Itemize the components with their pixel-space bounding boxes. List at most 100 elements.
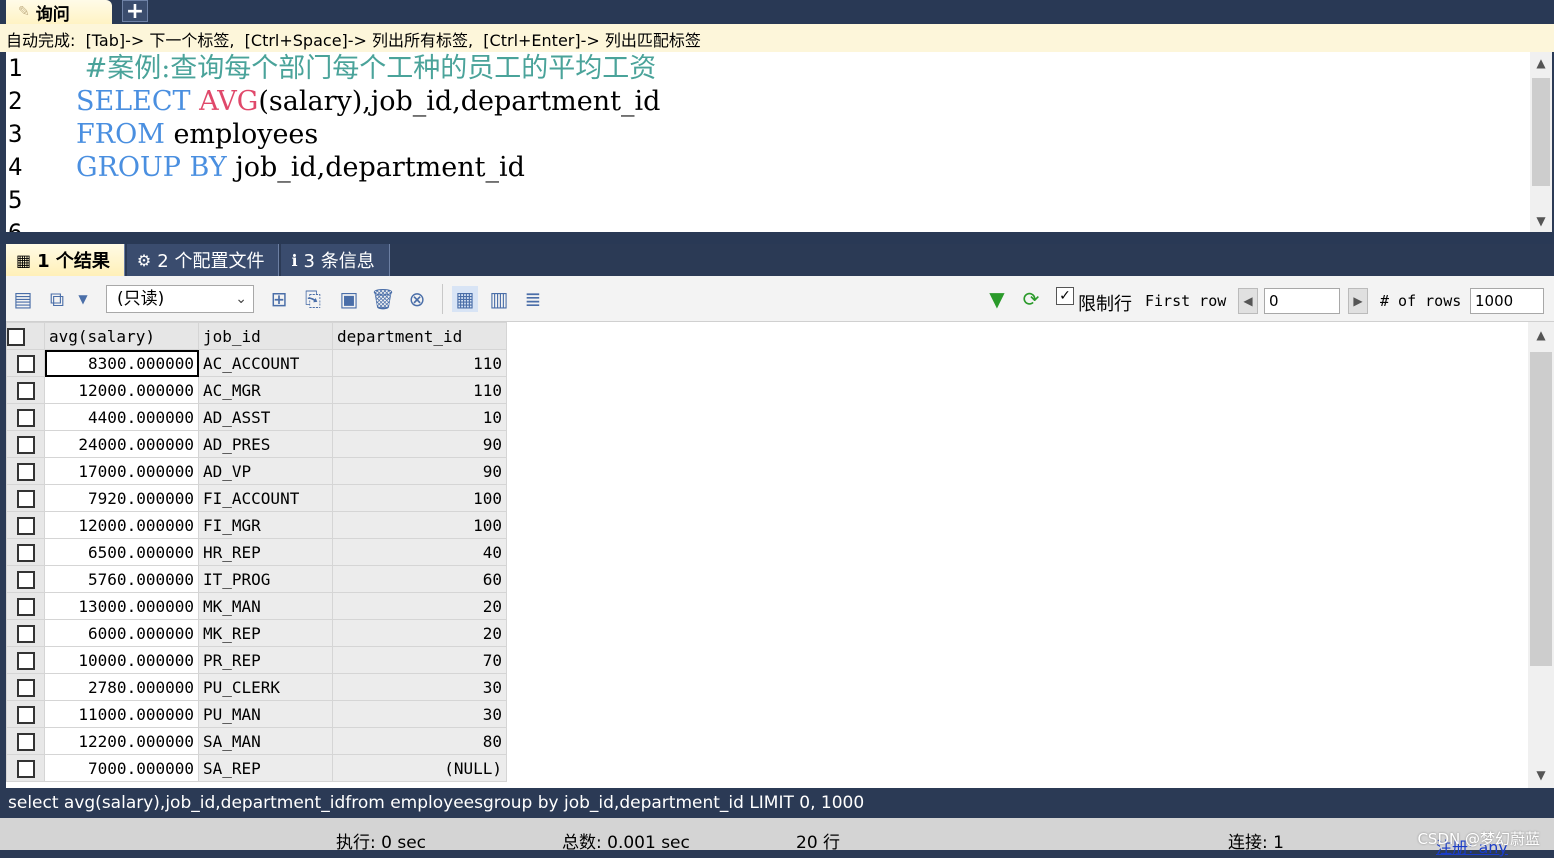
cell-department-id[interactable]: 110: [332, 376, 507, 404]
table-row[interactable]: 8300.000000 AC_ACCOUNT 110: [6, 349, 507, 377]
cell-job-id[interactable]: AC_MGR: [198, 376, 333, 404]
editor-scroll-thumb[interactable]: [1532, 78, 1550, 186]
code-area[interactable]: #案例:查询每个部门每个工种的员工的平均工资 SELECT AVG(salary…: [76, 52, 660, 184]
tab-messages[interactable]: ℹ 3 条信息: [281, 244, 390, 276]
limit-rows-checkbox[interactable]: ✓: [1056, 287, 1074, 305]
row-select-cell[interactable]: [6, 511, 45, 539]
cell-avg-salary[interactable]: 10000.000000: [44, 646, 199, 674]
cell-job-id[interactable]: MK_MAN: [198, 592, 333, 620]
cell-job-id[interactable]: HR_REP: [198, 538, 333, 566]
cell-avg-salary[interactable]: 7920.000000: [44, 484, 199, 512]
cell-job-id[interactable]: PU_MAN: [198, 700, 333, 728]
cell-avg-salary[interactable]: 4400.000000: [44, 403, 199, 431]
tab-profiles[interactable]: ⚙ 2 个配置文件: [126, 244, 280, 276]
scroll-up-icon[interactable]: ▲: [1528, 328, 1554, 342]
row-checkbox[interactable]: [16, 354, 35, 373]
table-row[interactable]: 13000.000000 MK_MAN 20: [6, 592, 507, 620]
discard-icon[interactable]: ⊗: [404, 286, 430, 312]
row-checkbox[interactable]: [16, 570, 35, 589]
cell-department-id[interactable]: 70: [332, 646, 507, 674]
duplicate-row-icon[interactable]: ⎘: [300, 286, 326, 312]
row-select-cell[interactable]: [6, 403, 45, 431]
cell-job-id[interactable]: SA_REP: [198, 754, 333, 782]
cell-avg-salary[interactable]: 17000.000000: [44, 457, 199, 485]
row-checkbox[interactable]: [16, 516, 35, 535]
table-row[interactable]: 10000.000000 PR_REP 70: [6, 646, 507, 674]
row-select-cell[interactable]: [6, 457, 45, 485]
scroll-up-icon[interactable]: ▲: [1530, 56, 1552, 70]
cell-avg-salary[interactable]: 24000.000000: [44, 430, 199, 458]
row-select-cell[interactable]: [6, 673, 45, 701]
row-checkbox[interactable]: [16, 597, 35, 616]
row-checkbox[interactable]: [16, 489, 35, 508]
cell-job-id[interactable]: AD_ASST: [198, 403, 333, 431]
table-row[interactable]: 24000.000000 AD_PRES 90: [6, 430, 507, 458]
cell-avg-salary[interactable]: 12200.000000: [44, 727, 199, 755]
cell-avg-salary[interactable]: 12000.000000: [44, 511, 199, 539]
cell-avg-salary[interactable]: 7000.000000: [44, 754, 199, 782]
grid-view-icon[interactable]: ▦: [452, 286, 478, 312]
row-checkbox[interactable]: [16, 678, 35, 697]
cell-avg-salary[interactable]: 12000.000000: [44, 376, 199, 404]
cell-department-id[interactable]: 110: [332, 349, 507, 377]
row-select-cell[interactable]: [6, 538, 45, 566]
table-row[interactable]: 12000.000000 FI_MGR 100: [6, 511, 507, 539]
cell-job-id[interactable]: AC_ACCOUNT: [198, 349, 333, 377]
row-select-cell[interactable]: [6, 727, 45, 755]
add-tab-button[interactable]: +: [122, 0, 148, 24]
row-checkbox[interactable]: [16, 462, 35, 481]
row-select-cell[interactable]: [6, 376, 45, 404]
table-row[interactable]: 11000.000000 PU_MAN 30: [6, 700, 507, 728]
export-grid-icon[interactable]: ▤: [10, 286, 36, 312]
cell-department-id[interactable]: 60: [332, 565, 507, 593]
cell-avg-salary[interactable]: 6000.000000: [44, 619, 199, 647]
readonly-select[interactable]: (只读) ⌄: [106, 285, 254, 313]
cell-job-id[interactable]: FI_ACCOUNT: [198, 484, 333, 512]
table-row[interactable]: 7000.000000 SA_REP (NULL): [6, 754, 507, 782]
grid-scroll-thumb[interactable]: [1530, 352, 1552, 666]
row-checkbox[interactable]: [16, 408, 35, 427]
cell-department-id[interactable]: 100: [332, 511, 507, 539]
row-select-cell[interactable]: [6, 700, 45, 728]
row-select-cell[interactable]: [6, 349, 45, 377]
table-row[interactable]: 17000.000000 AD_VP 90: [6, 457, 507, 485]
delete-icon[interactable]: 🗑: [370, 286, 396, 312]
table-row[interactable]: 6500.000000 HR_REP 40: [6, 538, 507, 566]
prev-page-icon[interactable]: ◀: [1238, 288, 1258, 314]
cell-department-id[interactable]: 90: [332, 430, 507, 458]
table-row[interactable]: 7920.000000 FI_ACCOUNT 100: [6, 484, 507, 512]
cell-avg-salary[interactable]: 13000.000000: [44, 592, 199, 620]
cell-avg-salary[interactable]: 2780.000000: [44, 673, 199, 701]
editor-scrollbar[interactable]: ▲ ▼: [1530, 52, 1552, 232]
save-icon[interactable]: ▣: [336, 286, 362, 312]
row-select-cell[interactable]: [6, 646, 45, 674]
cell-avg-salary[interactable]: 5760.000000: [44, 565, 199, 593]
cell-department-id[interactable]: (NULL): [332, 754, 507, 782]
num-rows-input[interactable]: 1000: [1470, 288, 1544, 314]
row-checkbox[interactable]: [16, 435, 35, 454]
row-checkbox[interactable]: [16, 543, 35, 562]
cell-avg-salary[interactable]: 11000.000000: [44, 700, 199, 728]
cell-job-id[interactable]: IT_PROG: [198, 565, 333, 593]
row-select-cell[interactable]: [6, 619, 45, 647]
row-checkbox[interactable]: [16, 759, 35, 778]
cell-department-id[interactable]: 40: [332, 538, 507, 566]
grid-scrollbar[interactable]: ▲ ▼: [1528, 322, 1554, 788]
scroll-down-icon[interactable]: ▼: [1530, 214, 1552, 228]
row-checkbox[interactable]: [16, 624, 35, 643]
cell-department-id[interactable]: 20: [332, 619, 507, 647]
row-select-cell[interactable]: [6, 754, 45, 782]
sql-editor[interactable]: 1 2 3 4 5 6 #案例:查询每个部门每个工种的员工的平均工资 SELEC…: [6, 52, 1552, 232]
row-checkbox[interactable]: [16, 651, 35, 670]
column-header-avg-salary[interactable]: avg(salary): [44, 322, 199, 350]
row-checkbox[interactable]: [16, 732, 35, 751]
text-view-icon[interactable]: ≣: [520, 286, 546, 312]
cell-department-id[interactable]: 80: [332, 727, 507, 755]
row-select-cell[interactable]: [6, 565, 45, 593]
column-header-department-id[interactable]: department_id: [332, 322, 507, 350]
select-all-checkbox[interactable]: [7, 327, 25, 346]
cell-job-id[interactable]: SA_MAN: [198, 727, 333, 755]
next-page-icon[interactable]: ▶: [1348, 288, 1368, 314]
copy-grid-icon[interactable]: ⧉: [44, 286, 70, 312]
table-row[interactable]: 12200.000000 SA_MAN 80: [6, 727, 507, 755]
